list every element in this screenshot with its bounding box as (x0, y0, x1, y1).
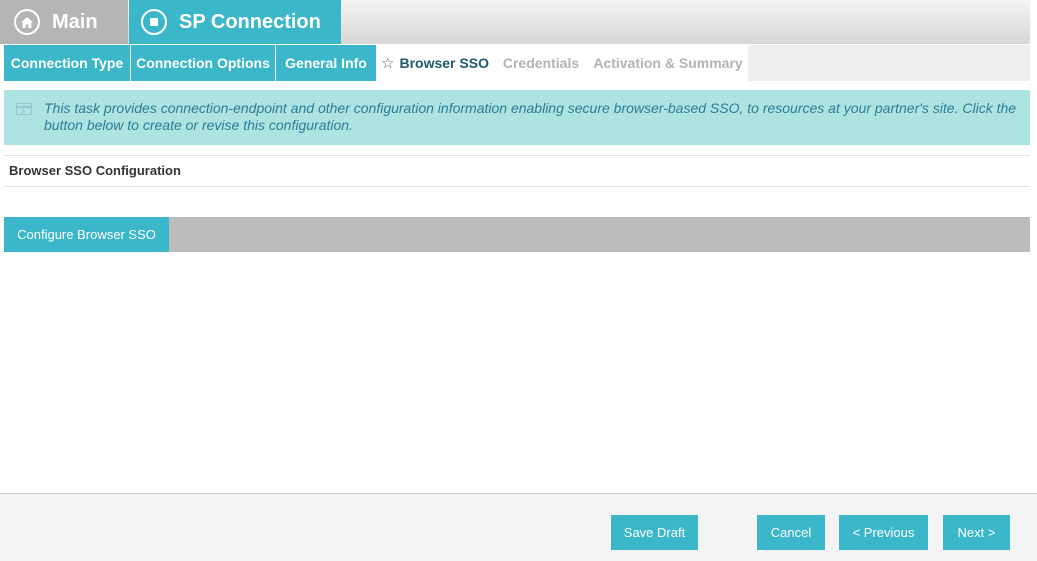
footer-bar: Save Draft Cancel < Previous Next > (0, 493, 1037, 561)
next-button[interactable]: Next > (943, 515, 1010, 550)
step-browser-sso[interactable]: ☆ Browser SSO (376, 45, 494, 81)
home-icon (14, 9, 40, 35)
step-label: Activation & Summary (593, 55, 743, 71)
step-credentials[interactable]: Credentials (494, 45, 588, 81)
step-activation-summary[interactable]: Activation & Summary (588, 45, 748, 81)
main-tab-label: Main (52, 10, 98, 33)
step-connection-options[interactable]: Connection Options (131, 45, 275, 81)
cancel-button[interactable]: Cancel (757, 515, 825, 550)
info-panel-icon (16, 103, 32, 115)
sp-connection-tab[interactable]: SP Connection (129, 0, 341, 44)
step-label: General Info (285, 55, 367, 71)
step-label: Connection Options (136, 55, 270, 71)
star-icon: ☆ (381, 55, 395, 72)
sp-connection-tab-label: SP Connection (179, 10, 321, 33)
step-label: Credentials (502, 55, 580, 71)
save-draft-button[interactable]: Save Draft (611, 515, 698, 550)
step-general-info[interactable]: General Info (276, 45, 376, 81)
previous-button[interactable]: < Previous (839, 515, 928, 550)
configure-browser-sso-button[interactable]: Configure Browser SSO (4, 217, 169, 252)
step-connection-type[interactable]: Connection Type (4, 45, 130, 81)
step-label: Connection Type (10, 55, 124, 71)
info-banner: This task provides connection-endpoint a… (4, 90, 1030, 145)
wizard-steps: Connection Type Connection Options Gener… (4, 45, 1030, 81)
main-tab[interactable]: Main (0, 0, 128, 44)
info-text: This task provides connection-endpoint a… (44, 100, 1017, 133)
top-header: Main SP Connection (0, 0, 1030, 44)
stop-circle-icon (141, 9, 167, 35)
section-title: Browser SSO Configuration (4, 155, 1030, 187)
configure-bar: Configure Browser SSO (4, 217, 1030, 252)
step-label: Browser SSO (399, 55, 489, 71)
